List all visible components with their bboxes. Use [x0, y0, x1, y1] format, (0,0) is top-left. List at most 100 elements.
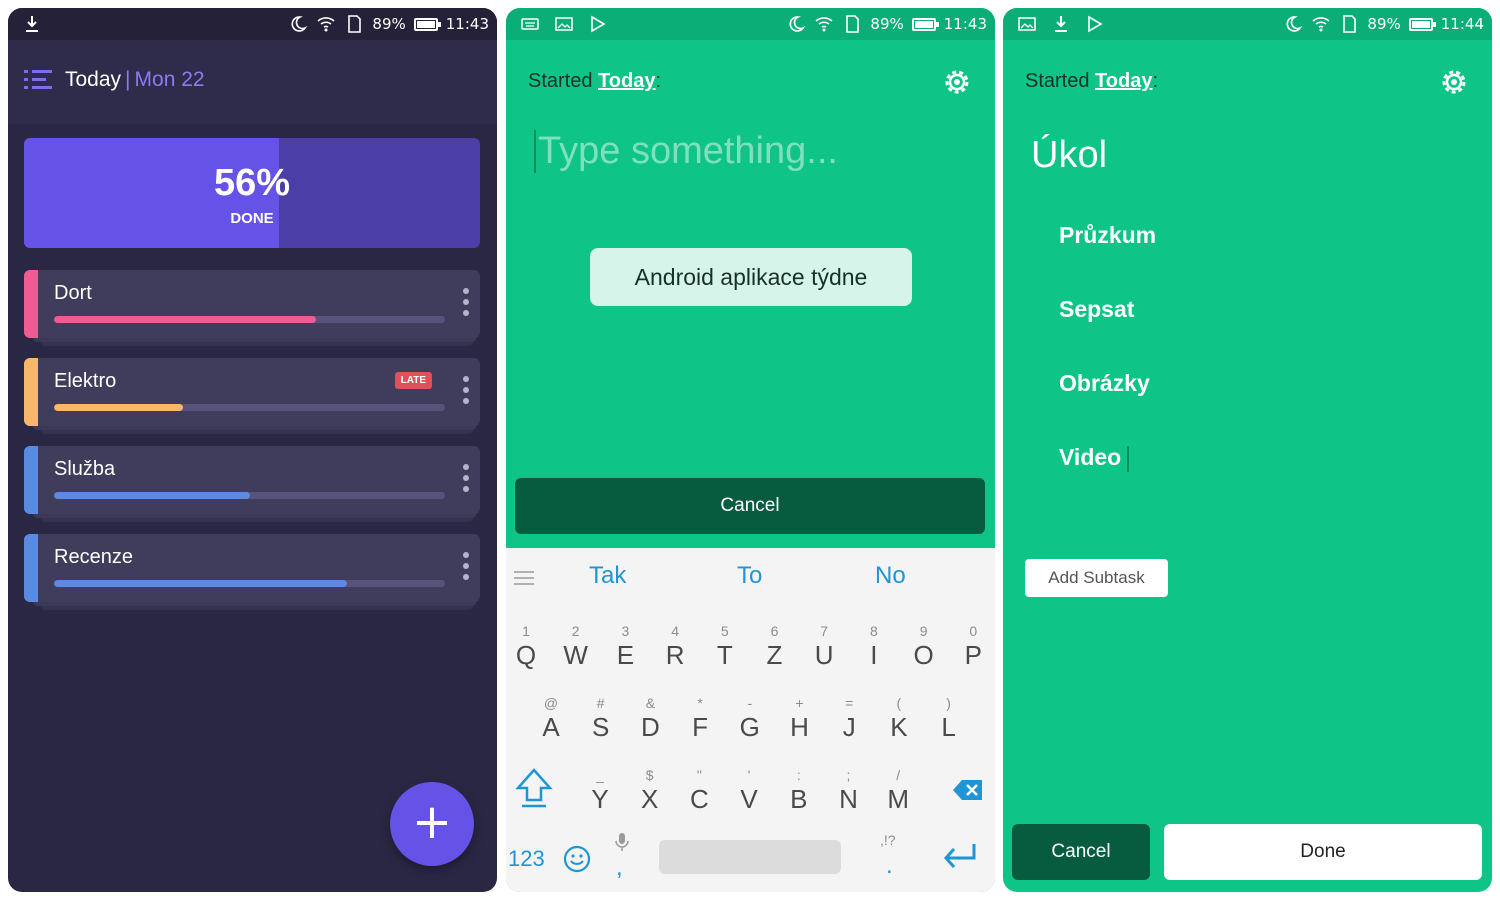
- task-card[interactable]: Recenze: [24, 534, 480, 610]
- task-card[interactable]: Dort: [24, 270, 480, 346]
- task-card[interactable]: Elektro LATE: [24, 358, 480, 434]
- enter-icon[interactable]: [940, 840, 980, 874]
- shift-icon[interactable]: [514, 766, 554, 810]
- started-label: Started Today:: [1025, 70, 1158, 93]
- key-u[interactable]: 7U: [801, 622, 847, 682]
- more-options-icon[interactable]: [462, 464, 470, 496]
- spacebar[interactable]: [659, 840, 841, 874]
- backspace-icon[interactable]: [952, 778, 984, 802]
- subtask-item[interactable]: Průzkum: [1059, 222, 1156, 249]
- key-o[interactable]: 9O: [901, 622, 947, 682]
- key-h[interactable]: + H: [777, 694, 823, 754]
- emoji-icon[interactable]: [562, 844, 592, 874]
- key-char: L: [941, 712, 956, 742]
- task-color-stripe: [24, 358, 38, 426]
- key-alt-char: -: [747, 695, 753, 711]
- mic-icon[interactable]: [614, 832, 630, 852]
- task-progress-fill: [54, 316, 316, 323]
- keyboard-menu-icon[interactable]: [514, 570, 534, 586]
- keyboard-suggestion-3[interactable]: No: [875, 562, 906, 590]
- key-alt-char: #: [596, 695, 605, 711]
- keyboard-suggestion-2[interactable]: To: [737, 562, 762, 590]
- key-q[interactable]: 1Q: [506, 622, 549, 682]
- key-char: C: [690, 784, 709, 814]
- title-today: Today: [65, 68, 122, 91]
- battery-icon: [1408, 17, 1436, 31]
- key-y[interactable]: _ Y: [577, 766, 623, 826]
- image-icon: [554, 14, 574, 34]
- subtask-item[interactable]: Obrázky: [1059, 370, 1150, 397]
- period-key[interactable]: .: [886, 852, 893, 880]
- key-p[interactable]: 0P: [950, 622, 995, 682]
- key-alt-char: 9: [919, 623, 928, 639]
- gear-icon[interactable]: [941, 66, 973, 98]
- key-v[interactable]: ' V: [726, 766, 772, 826]
- started-today-link[interactable]: Today: [1095, 70, 1152, 92]
- key-s[interactable]: # S: [578, 694, 624, 754]
- key-m[interactable]: / M: [875, 766, 921, 826]
- key-alt-char: ;: [846, 767, 851, 783]
- done-button[interactable]: Done: [1164, 824, 1482, 880]
- more-options-icon[interactable]: [462, 288, 470, 320]
- add-subtask-button[interactable]: Add Subtask: [1025, 559, 1168, 597]
- more-options-icon[interactable]: [462, 376, 470, 408]
- key-e[interactable]: 3E: [602, 622, 648, 682]
- keyboard-suggestion-1[interactable]: Tak: [589, 562, 626, 590]
- key-char: Q: [515, 640, 537, 670]
- key-alt-char: ): [946, 695, 951, 711]
- key-alt-char: 5: [720, 623, 729, 639]
- task-card[interactable]: Služba: [24, 446, 480, 522]
- key-n[interactable]: ; N: [826, 766, 872, 826]
- task-name: Dort: [54, 282, 92, 304]
- key-b[interactable]: :B: [776, 766, 822, 826]
- cancel-button[interactable]: Cancel: [1012, 824, 1150, 880]
- period-key-alt: ,!?: [880, 832, 896, 848]
- page-title: Today | Mon 22: [65, 68, 205, 92]
- key-char: F: [692, 712, 709, 742]
- numbers-key[interactable]: 123: [508, 846, 545, 872]
- night-alarm-icon: [786, 14, 806, 34]
- title-separator: |: [125, 68, 131, 91]
- sd-card-icon: [1339, 14, 1359, 34]
- comma-key[interactable]: ,: [616, 854, 623, 882]
- add-task-button[interactable]: +: [390, 782, 474, 866]
- key-j[interactable]: = J: [826, 694, 872, 754]
- task-name-input[interactable]: Type something...: [534, 130, 838, 173]
- key-char: I: [870, 640, 878, 670]
- key-char: Y: [591, 784, 609, 814]
- cancel-button[interactable]: Cancel: [515, 478, 985, 534]
- key-t[interactable]: 5T: [702, 622, 748, 682]
- key-a[interactable]: @ A: [528, 694, 574, 754]
- key-k[interactable]: (K: [876, 694, 922, 754]
- key-i[interactable]: 8I: [851, 622, 897, 682]
- more-options-icon[interactable]: [462, 552, 470, 584]
- key-r[interactable]: 4R: [652, 622, 698, 682]
- wifi-icon: [316, 14, 336, 34]
- subtask-item-label: Video: [1059, 444, 1122, 470]
- key-w[interactable]: 2W: [553, 622, 599, 682]
- menu-icon[interactable]: [24, 68, 52, 92]
- key-c[interactable]: " C: [676, 766, 722, 826]
- key-x[interactable]: $ X: [627, 766, 673, 826]
- key-l[interactable]: ) L: [926, 694, 972, 754]
- key-char: P: [964, 640, 982, 670]
- task-list: Dort Elektro LATE Služba Recenze: [24, 270, 480, 622]
- subtask-item-active[interactable]: Video: [1059, 444, 1130, 472]
- key-alt-char: _: [596, 767, 604, 783]
- key-char: O: [913, 640, 934, 670]
- subtask-item[interactable]: Sepsat: [1059, 296, 1134, 323]
- gear-icon[interactable]: [1438, 66, 1470, 98]
- suggestion-chip[interactable]: Android aplikace týdne: [590, 248, 912, 306]
- key-alt-char: +: [795, 695, 804, 711]
- key-alt-char: *: [697, 695, 703, 711]
- key-z[interactable]: 6Z: [752, 622, 798, 682]
- key-char: R: [665, 640, 685, 670]
- started-prefix: Started: [1025, 70, 1090, 92]
- started-today-link[interactable]: Today: [598, 70, 655, 92]
- key-g[interactable]: -G: [727, 694, 773, 754]
- late-badge: LATE: [394, 372, 432, 389]
- key-f[interactable]: * F: [677, 694, 723, 754]
- task-title-input[interactable]: Úkol: [1031, 134, 1107, 177]
- key-d[interactable]: & D: [627, 694, 673, 754]
- key-alt-char: 6: [770, 623, 779, 639]
